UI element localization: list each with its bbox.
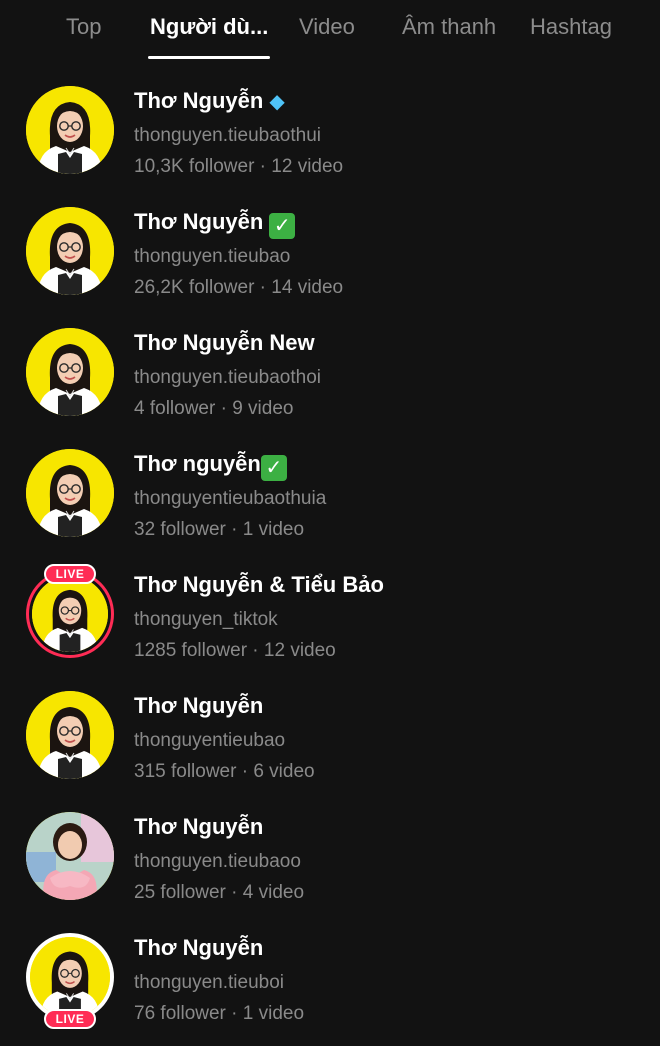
user-handle: thonguyentieubaothuia: [134, 488, 327, 509]
avatar[interactable]: [26, 933, 114, 1021]
user-handle: thonguyen_tiktok: [134, 609, 278, 630]
user-display-name: Thơ Nguyễn ✓: [134, 209, 296, 239]
user-handle: thonguyen.tieubaothoi: [134, 367, 321, 388]
avatar[interactable]: [26, 691, 114, 779]
checkmark-icon: ✓: [260, 455, 287, 481]
user-name-text: Thơ Nguyễn: [134, 88, 264, 113]
user-result-row[interactable]: LIVE Thơ Nguyễn & Tiểu Bảo thonguyen_tikto…: [0, 554, 660, 675]
user-name-text: Thơ Nguyễn New: [134, 330, 315, 355]
user-result-row[interactable]: Thơ nguyễn ✓ thonguyentieubaothuia 32 follo…: [0, 433, 660, 554]
user-display-name: Thơ Nguyễn: [134, 935, 263, 961]
user-handle: thonguyen.tieubaoo: [134, 851, 301, 872]
user-stats: 26,2K follower · 14 video: [134, 277, 344, 298]
tab-users[interactable]: Người dù...: [150, 14, 268, 40]
user-display-name: Thơ Nguyễn & Tiểu Bảo: [134, 572, 384, 598]
tab-top[interactable]: Top: [66, 14, 101, 40]
user-handle: thonguyen.tieubao: [134, 246, 291, 267]
gem-icon: ◆: [269, 91, 285, 113]
user-display-name: Thơ Nguyễn ◆: [134, 88, 285, 114]
user-result-row[interactable]: Thơ Nguyễn ✓ thonguyen.tieubao 26,2K follow…: [0, 191, 660, 312]
user-stats: 76 follower · 1 video: [134, 1003, 305, 1024]
user-stats: 4 follower · 9 video: [134, 398, 294, 419]
search-tabs: Top Người dù... Video Âm thanh Hashtag: [0, 0, 660, 62]
user-stats: 25 follower · 4 video: [134, 882, 305, 903]
user-result-row[interactable]: Thơ Nguyễn ◆ thonguyen.tieubaothui 10,3K fo…: [0, 70, 660, 191]
user-name-text: Thơ Nguyễn: [134, 209, 264, 234]
user-stats: 315 follower · 6 video: [134, 761, 315, 782]
user-handle: thonguyen.tieuboi: [134, 972, 285, 993]
user-result-row[interactable]: Thơ Nguyễn thonguyentieubao 315 follower ·…: [0, 675, 660, 796]
active-tab-indicator: [148, 56, 270, 59]
user-name-text: Thơ nguyễn: [134, 451, 261, 476]
live-badge: LIVE: [44, 564, 96, 584]
user-stats: 1285 follower · 12 video: [134, 640, 336, 661]
user-name-text: Thơ Nguyễn: [134, 935, 264, 960]
live-badge: LIVE: [44, 1009, 96, 1029]
avatar[interactable]: [26, 812, 114, 900]
tab-hashtag[interactable]: Hashtag: [530, 14, 612, 40]
user-name-text: Thơ Nguyễn & Tiểu Bảo: [134, 572, 384, 597]
user-results-list: Thơ Nguyễn ◆ thonguyen.tieubaothui 10,3K fo…: [0, 70, 660, 1038]
user-result-row[interactable]: Thơ Nguyễn New thonguyen.tieubaothoi 4 fol…: [0, 312, 660, 433]
user-result-row[interactable]: Thơ Nguyễn thonguyen.tieubaoo 25 follower …: [0, 796, 660, 917]
tab-sounds[interactable]: Âm thanh: [402, 14, 496, 40]
user-name-text: Thơ Nguyễn: [134, 814, 264, 839]
checkmark-icon: ✓: [269, 213, 296, 239]
avatar[interactable]: [26, 449, 114, 537]
user-display-name: Thơ Nguyễn: [134, 693, 263, 719]
user-result-row[interactable]: LIVE Thơ Nguyễn thonguyen.tieuboi 76 follow…: [0, 917, 660, 1038]
user-stats: 32 follower · 1 video: [134, 519, 305, 540]
tab-video[interactable]: Video: [299, 14, 355, 40]
user-display-name: Thơ Nguyễn: [134, 814, 263, 840]
avatar[interactable]: [26, 86, 114, 174]
user-name-text: Thơ Nguyễn: [134, 693, 264, 718]
user-display-name: Thơ nguyễn ✓: [134, 451, 287, 481]
user-stats: 10,3K follower · 12 video: [134, 156, 344, 177]
user-display-name: Thơ Nguyễn New: [134, 330, 315, 356]
user-handle: thonguyentieubao: [134, 730, 286, 751]
user-handle: thonguyen.tieubaothui: [134, 125, 321, 146]
avatar[interactable]: [26, 328, 114, 416]
avatar[interactable]: [26, 207, 114, 295]
